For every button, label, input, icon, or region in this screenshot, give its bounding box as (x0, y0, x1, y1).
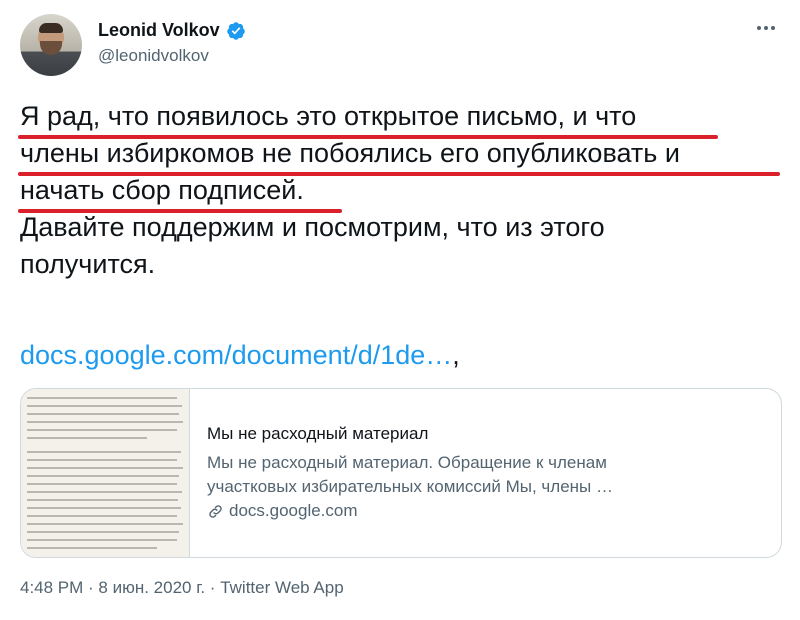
card-description-line-1: Мы не расходный материал. Обращение к чл… (207, 453, 607, 472)
name-row: Leonid Volkov (98, 20, 246, 41)
tweet-line-1: Я рад, что появилось это открытое письмо… (20, 101, 637, 131)
card-description-line-2: участковых избирательных комиссий Мы, чл… (207, 477, 613, 496)
tweet-link-suffix: , (452, 340, 460, 370)
tweet-header: Leonid Volkov @leonidvolkov (20, 14, 780, 78)
card-description: Мы не расходный материал. Обращение к чл… (207, 451, 767, 499)
card-domain: docs.google.com (207, 501, 767, 521)
more-horizontal-icon[interactable] (752, 18, 780, 38)
tweet-date[interactable]: 8 июн. 2020 г. (98, 578, 205, 597)
tweet-footer: 4:48 PM · 8 июн. 2020 г. · Twitter Web A… (20, 578, 344, 598)
footer-separator-1: · (83, 578, 99, 597)
tweet-line-3: начать сбор подписей. (20, 175, 304, 205)
annotation-underline-1 (18, 135, 718, 139)
card-domain-text: docs.google.com (229, 501, 358, 520)
tweet-text: Я рад, что появилось это открытое письмо… (20, 98, 790, 283)
card-body: Мы не расходный материал Мы не расходный… (207, 423, 767, 521)
author-name[interactable]: Leonid Volkov (98, 20, 220, 41)
link-icon (209, 504, 222, 518)
tweet-source[interactable]: Twitter Web App (220, 578, 343, 597)
verified-badge-icon (226, 21, 245, 40)
avatar-hair (39, 23, 63, 33)
tweet-line-5: получится. (20, 249, 156, 279)
link-preview-card[interactable]: Мы не расходный материал Мы не расходный… (20, 388, 782, 558)
avatar-beard (40, 41, 62, 55)
annotation-underline-2 (18, 172, 780, 176)
tweet-line-2: члены избиркомов не побоялись его опубли… (20, 138, 680, 168)
tweet-link[interactable]: docs.google.com/document/d/1de…, (20, 340, 460, 371)
card-title: Мы не расходный материал (207, 424, 429, 443)
annotation-underline-3 (18, 209, 342, 213)
avatar[interactable] (20, 14, 82, 76)
tweet-link-text[interactable]: docs.google.com/document/d/1de… (20, 340, 452, 370)
footer-separator-2: · (205, 578, 221, 597)
card-thumbnail (21, 389, 190, 557)
tweet-line-4: Давайте поддержим и посмотрим, что из эт… (20, 212, 605, 242)
tweet-time[interactable]: 4:48 PM (20, 578, 83, 597)
author-handle[interactable]: @leonidvolkov (98, 46, 209, 66)
